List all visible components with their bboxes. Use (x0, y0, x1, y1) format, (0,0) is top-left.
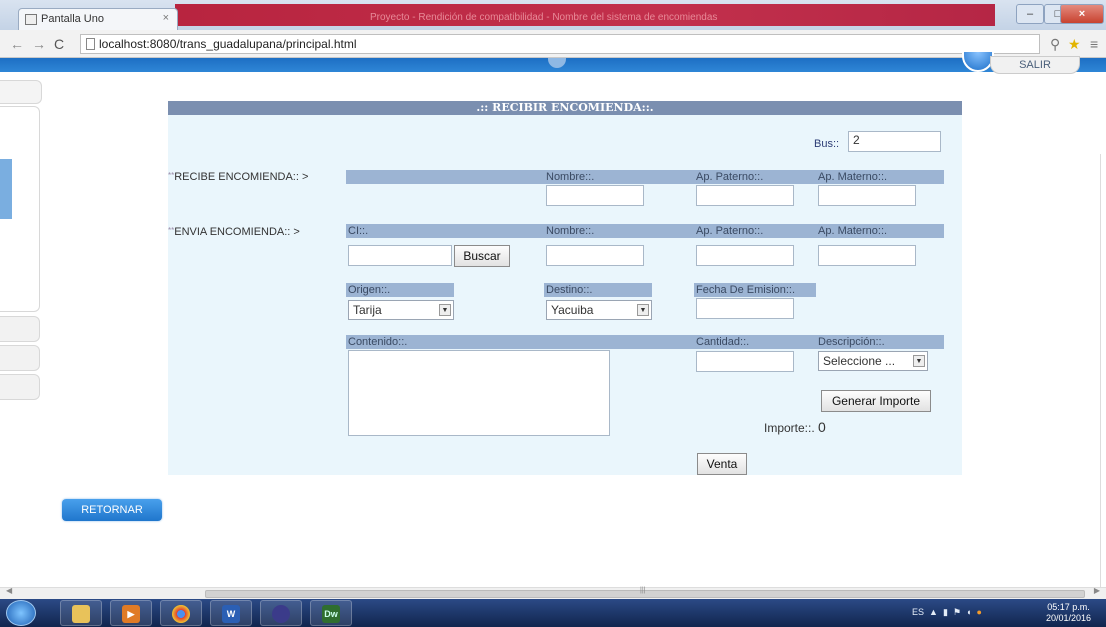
clock-time: 05:17 p.m. (1047, 602, 1090, 612)
dreamweaver-icon: Dw (322, 605, 340, 623)
contenido-label: Contenido::. (348, 336, 408, 348)
retornar-button[interactable]: RETORNAR (62, 499, 162, 521)
buscar-button[interactable]: Buscar (454, 245, 510, 267)
envia-ap-materno-label: Ap. Materno::. (818, 225, 888, 237)
sidebar-item[interactable] (0, 345, 40, 371)
flag-icon[interactable]: ⚑ (950, 607, 963, 617)
chrome-icon (172, 605, 190, 623)
tray-arrow-icon[interactable]: ▲ (927, 607, 941, 617)
window-title-text: Proyecto - Rendición de compatibilidad -… (370, 12, 718, 23)
address-bar-input[interactable]: localhost:8080/trans_guadalupana/princip… (80, 34, 1040, 54)
cantidad-input[interactable] (696, 351, 794, 372)
browser-tab[interactable]: Pantalla Uno × (18, 8, 178, 30)
envia-encomienda-label: **ENVIA ENCOMIENDA:: > (168, 226, 300, 238)
destino-label: Destino::. (546, 284, 593, 296)
envia-ap-paterno-input[interactable] (696, 245, 794, 266)
taskbar-word[interactable]: W (210, 600, 252, 626)
volume-icon[interactable]: ◖ (966, 607, 971, 617)
recibe-ap-paterno-label: Ap. Paterno::. (696, 171, 764, 183)
taskbar: ▶ W Dw ES ▲ ▮ ⚑ ◖ ● (0, 599, 1106, 627)
envia-nombre-label: Nombre::. (546, 225, 595, 237)
taskbar-eclipse[interactable] (260, 600, 302, 626)
scroll-left-icon[interactable]: ◀ (6, 586, 12, 595)
back-arrow-icon[interactable]: ← (10, 36, 24, 52)
sidebar-panel (0, 106, 40, 312)
window-title-band: Proyecto - Rendición de compatibilidad -… (175, 4, 995, 26)
descripcion-select[interactable]: Seleccione ... ▼ (818, 351, 928, 371)
start-button[interactable] (6, 600, 36, 626)
minimize-window-button[interactable]: – (1016, 4, 1044, 24)
origen-label: Origen::. (348, 284, 391, 296)
forward-arrow-icon[interactable]: → (32, 36, 46, 52)
media-player-icon: ▶ (122, 605, 140, 623)
recibe-ap-materno-input[interactable] (818, 185, 916, 206)
eclipse-icon (272, 605, 290, 623)
sidebar-tab[interactable] (0, 80, 42, 104)
folder-icon (72, 605, 90, 623)
browser-toolbar: ← → C localhost:8080/trans_guadalupana/p… (0, 30, 1106, 58)
descripcion-label: Descripción::. (818, 336, 885, 348)
system-tray: ES ▲ ▮ ⚑ ◖ ● (912, 607, 982, 618)
envia-nombre-input[interactable] (546, 245, 644, 266)
scroll-right-icon[interactable]: ▶ (1094, 586, 1100, 595)
page-favicon-icon (25, 14, 37, 25)
origen-select[interactable]: Tarija ▼ (348, 300, 454, 320)
reload-icon[interactable]: C (54, 36, 64, 52)
chevron-down-icon: ▼ (913, 355, 925, 367)
importe-label: Importe::. (764, 421, 815, 435)
importe-value: 0 (818, 419, 826, 435)
scroll-grip-icon: ||| (640, 587, 646, 594)
form-title: .:: RECIBIR ENCOMIENDA::. (168, 101, 962, 115)
bus-label: Bus:: (814, 138, 840, 150)
bus-input[interactable]: 2 (848, 131, 941, 152)
recibir-encomienda-form: .:: RECIBIR ENCOMIENDA::. Bus:: 2 **RECI… (168, 101, 962, 475)
url-text: localhost:8080/trans_guadalupana/princip… (99, 37, 357, 51)
tab-close-icon[interactable]: × (163, 12, 169, 24)
chevron-down-icon: ▼ (439, 304, 451, 316)
window-titlebar: Proyecto - Rendición de compatibilidad -… (0, 0, 1106, 30)
close-window-button[interactable]: × (1060, 4, 1104, 24)
fecha-emision-label: Fecha De Emision::. (696, 284, 796, 296)
salir-button[interactable]: SALIR (990, 56, 1080, 74)
recibe-ap-materno-label: Ap. Materno::. (818, 171, 888, 183)
ci-label: CI::. (348, 225, 369, 237)
battery-icon[interactable]: ● (974, 607, 981, 617)
menu-icon[interactable]: ≡ (1090, 36, 1098, 52)
recibe-nombre-input[interactable] (546, 185, 644, 206)
taskbar-media[interactable]: ▶ (110, 600, 152, 626)
chevron-down-icon: ▼ (637, 304, 649, 316)
sidebar-item[interactable] (0, 374, 40, 400)
horizontal-scrollbar[interactable]: ◀ ||| ▶ (0, 586, 1106, 599)
taskbar-clock[interactable]: 05:17 p.m. 20/01/2016 (1046, 602, 1091, 624)
zoom-icon[interactable]: ⚲ (1050, 36, 1060, 53)
page-icon (86, 38, 95, 50)
cantidad-label: Cantidad::. (696, 336, 750, 348)
generar-importe-button[interactable]: Generar Importe (821, 390, 931, 412)
taskbar-explorer[interactable] (60, 600, 102, 626)
recibe-encomienda-label: **RECIBE ENCOMIENDA:: > (168, 171, 309, 183)
envia-ap-paterno-label: Ap. Paterno::. (696, 225, 764, 237)
taskbar-chrome[interactable] (160, 600, 202, 626)
recibe-nombre-label: Nombre::. (546, 171, 595, 183)
tab-title: Pantalla Uno (41, 13, 104, 25)
sidebar-accent (0, 159, 12, 219)
ci-input[interactable] (348, 245, 452, 266)
word-icon: W (222, 605, 240, 623)
taskbar-dreamweaver[interactable]: Dw (310, 600, 352, 626)
fecha-emision-input[interactable] (696, 298, 794, 319)
recibe-ap-paterno-input[interactable] (696, 185, 794, 206)
contenido-textarea[interactable] (348, 350, 610, 436)
right-edge-divider (1100, 154, 1106, 594)
sidebar-item[interactable] (0, 316, 40, 342)
language-indicator[interactable]: ES (912, 607, 924, 617)
network-icon[interactable]: ▮ (943, 607, 948, 617)
venta-button[interactable]: Venta (697, 453, 747, 475)
star-bookmark-icon[interactable]: ★ (1068, 36, 1081, 53)
clock-date: 20/01/2016 (1046, 613, 1092, 623)
destino-select[interactable]: Yacuiba ▼ (546, 300, 652, 320)
envia-ap-materno-input[interactable] (818, 245, 916, 266)
